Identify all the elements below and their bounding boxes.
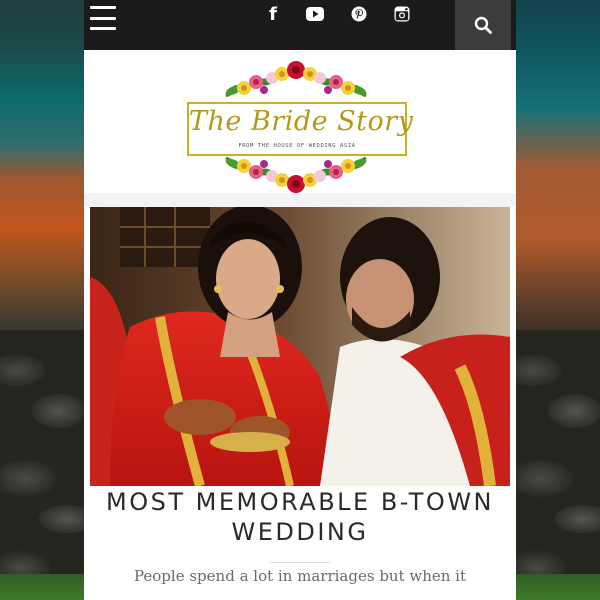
background-right — [516, 0, 600, 600]
logo-frame: The Bride Story FROM THE HOUSE OF WEDDIN… — [187, 102, 414, 156]
floral-garland-bottom — [225, 156, 367, 193]
site-logo[interactable]: The Bride Story FROM THE HOUSE OF WEDDIN… — [84, 50, 516, 195]
background-grass — [0, 574, 84, 600]
logo-title: The Bride Story — [189, 106, 414, 137]
floral-garland-top — [225, 61, 367, 98]
featured-image[interactable] — [90, 207, 510, 486]
facebook-icon[interactable]: f — [266, 4, 280, 25]
top-bar: f — [84, 0, 516, 50]
article-excerpt: People spend a lot in marriages but when… — [133, 567, 467, 585]
hamburger-icon[interactable] — [90, 6, 116, 30]
wedding-photo — [90, 207, 510, 486]
instagram-icon[interactable] — [393, 5, 411, 23]
youtube-icon[interactable] — [306, 5, 324, 23]
background-rock — [516, 330, 600, 600]
article-title[interactable]: MOST MEMORABLE B-TOWN WEDDING — [104, 487, 496, 547]
pinterest-icon[interactable] — [350, 5, 368, 23]
title-divider — [270, 562, 330, 563]
background-left — [0, 0, 84, 600]
page-column: f The Bride Story FROM THE HOUSE OF WEDD… — [84, 0, 516, 600]
background-rock — [0, 330, 84, 600]
background-grass — [516, 574, 600, 600]
search-icon[interactable] — [455, 0, 511, 50]
section-separator — [84, 193, 516, 207]
logo-subtitle: FROM THE HOUSE OF WEDDING ASIA — [238, 143, 356, 149]
